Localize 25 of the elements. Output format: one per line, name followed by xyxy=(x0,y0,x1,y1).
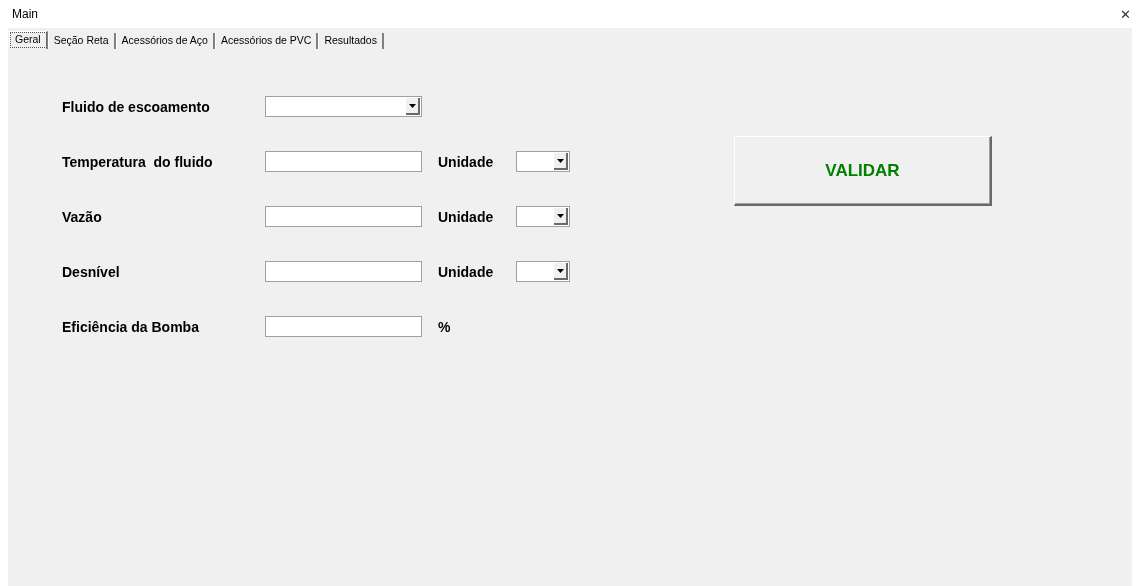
field-label: Eficiência da Bomba xyxy=(62,318,200,335)
tab[interactable]: Acessórios de PVC xyxy=(214,33,319,49)
unit-label: % xyxy=(438,318,452,335)
tab[interactable]: Resultados xyxy=(318,33,384,49)
input-field[interactable] xyxy=(265,151,422,172)
input-field[interactable] xyxy=(265,206,422,227)
dropdown-field[interactable] xyxy=(516,151,570,172)
field-label: Vazão xyxy=(62,208,103,225)
dropdown-field[interactable] xyxy=(516,261,570,282)
tab[interactable]: Acessórios de Aço xyxy=(115,33,215,49)
tab[interactable]: Seção Reta xyxy=(47,33,116,49)
close-button[interactable]: ✕ xyxy=(1118,6,1133,22)
unit-label: Unidade xyxy=(438,208,495,225)
validate-button[interactable]: VALIDAR xyxy=(734,136,992,206)
dropdown-field[interactable] xyxy=(516,206,570,227)
field-label: Fluido de escoamento xyxy=(62,98,211,115)
unit-label: Unidade xyxy=(438,263,495,280)
field-label: Desnível xyxy=(62,263,121,280)
field-label: Temperatura do fluido xyxy=(62,153,214,170)
input-field[interactable] xyxy=(265,261,422,282)
input-field[interactable] xyxy=(265,316,422,337)
dropdown-field[interactable] xyxy=(265,96,422,117)
window-title: Main xyxy=(12,7,38,21)
unit-label: Unidade xyxy=(438,153,495,170)
tab[interactable]: Geral xyxy=(9,31,48,49)
